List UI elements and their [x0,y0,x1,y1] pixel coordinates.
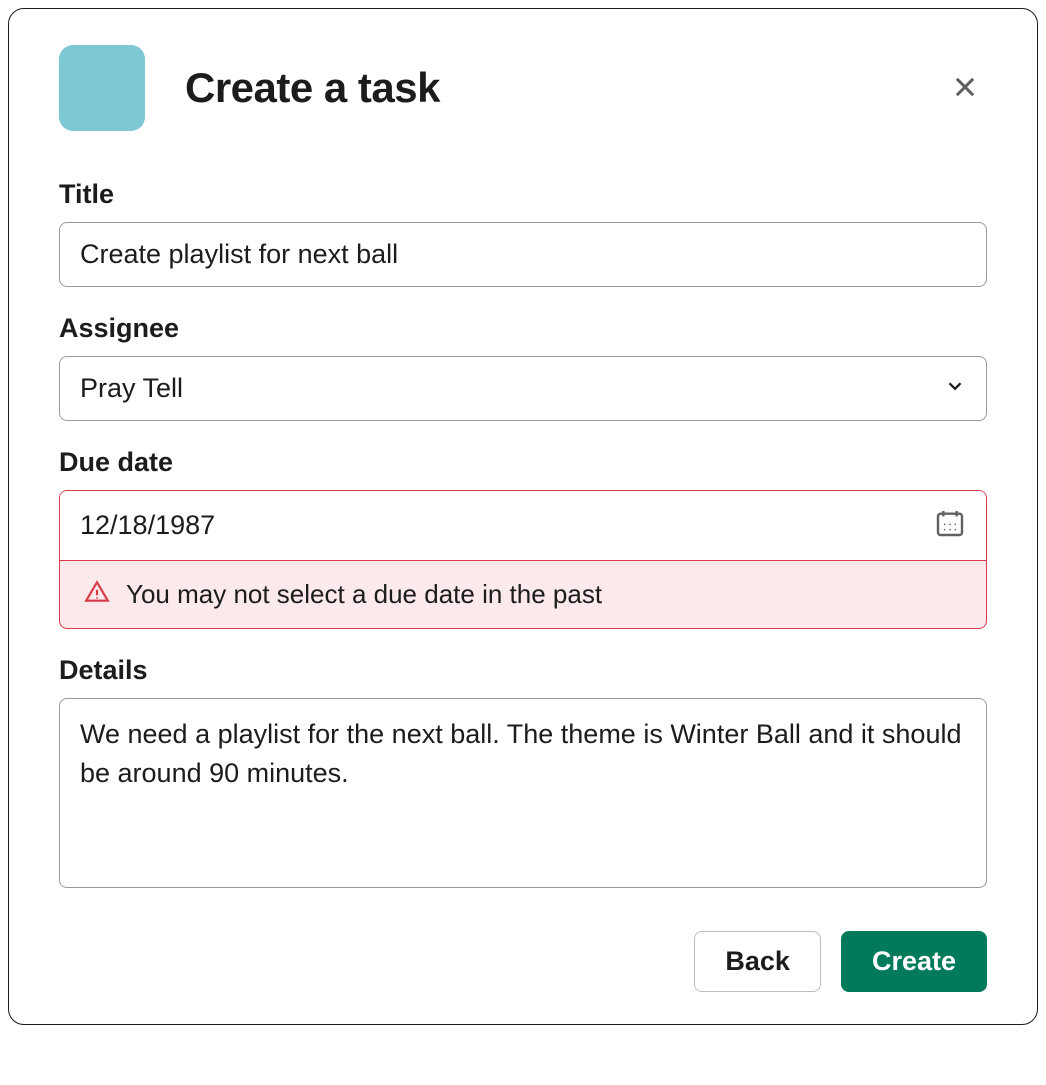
close-icon [951,89,979,104]
field-title: Title [59,179,987,287]
assignee-select[interactable]: Pray Tell [59,356,987,421]
create-button[interactable]: Create [841,931,987,992]
title-label: Title [59,179,987,210]
title-input[interactable] [59,222,987,287]
due-date-error: You may not select a due date in the pas… [59,560,987,629]
assignee-label: Assignee [59,313,987,344]
modal-header: Create a task [59,45,987,131]
assignee-selected-value: Pray Tell [80,373,183,404]
back-button[interactable]: Back [694,931,821,992]
calendar-icon [934,507,966,544]
header-left: Create a task [59,45,440,131]
modal-footer: Back Create [59,931,987,992]
field-details: Details [59,655,987,893]
due-date-input[interactable]: 12/18/1987 [60,491,986,560]
close-button[interactable] [943,65,987,112]
due-date-input-wrapper: 12/18/1987 [59,490,987,560]
chevron-down-icon [944,373,966,404]
field-due-date: Due date 12/18/1987 [59,447,987,629]
warning-icon [84,579,110,610]
due-date-label: Due date [59,447,987,478]
error-text: You may not select a due date in the pas… [126,579,602,610]
app-icon [59,45,145,131]
details-textarea[interactable] [59,698,987,888]
modal-title: Create a task [185,64,440,112]
field-assignee: Assignee Pray Tell [59,313,987,421]
create-task-modal: Create a task Title Assignee Pray Tell D… [8,8,1038,1025]
due-date-value: 12/18/1987 [80,510,215,541]
details-label: Details [59,655,987,686]
